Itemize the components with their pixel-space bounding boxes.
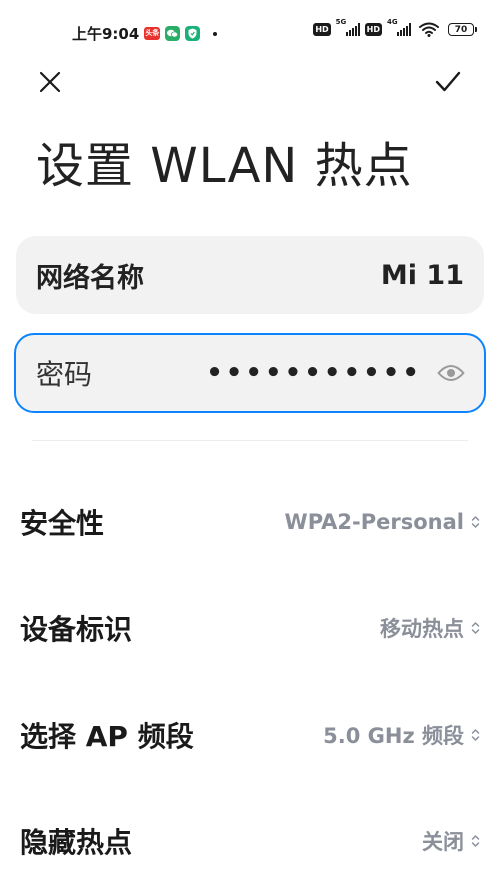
section-divider [32,440,468,441]
device-id-row[interactable]: 设备标识 移动热点 [20,598,480,658]
network-name-value[interactable]: Mi 11 [381,260,464,291]
up-down-arrow-icon [470,620,480,636]
device-id-value: 移动热点 [380,617,464,641]
hide-hotspot-value: 关闭 [422,830,464,854]
security-row[interactable]: 安全性 WPA2-Personal [20,492,480,552]
password-input[interactable]: ••••••••••• [92,358,436,388]
up-down-arrow-icon [470,833,480,849]
eye-icon [437,365,465,381]
password-label: 密码 [36,358,93,391]
hd-badge: HD [313,23,331,36]
password-field[interactable]: 密码 ••••••••••• [14,333,486,413]
confirm-button[interactable] [432,66,464,98]
toutiao-icon: 头条 [144,27,161,40]
device-id-select[interactable]: 移动热点 [380,613,480,643]
page-title: 设置 WLAN 热点 [36,138,413,194]
signal-bars [397,23,411,36]
close-button[interactable] [34,66,66,98]
ap-band-value: 5.0 GHz 频段 [323,724,464,748]
status-left: 上午9:04 头条 [72,23,218,44]
security-value: WPA2-Personal [284,510,464,534]
close-icon [39,71,61,93]
status-right: HD 5G HD 4G 70 [313,18,477,37]
ap-band-select[interactable]: 5.0 GHz 频段 [323,720,480,750]
more-notifications-dot [213,31,218,36]
security-label: 安全性 [20,507,105,540]
hd-badge: HD [364,23,382,36]
hide-hotspot-row[interactable]: 隐藏热点 关闭 [20,811,480,871]
network-name-field[interactable]: 网络名称 Mi 11 [16,236,484,314]
signal-icon: 5G [336,18,360,36]
status-time: 上午9:04 [72,25,140,43]
signal-icon: 4G [387,18,411,36]
wlan-hotspot-settings-page: 上午9:04 头条 HD 5G HD 4G 70 设置 WLAN 热点 网络名称… [0,0,500,888]
up-down-arrow-icon [470,514,480,530]
wechat-icon [165,26,181,41]
network-type-label: 4G [387,18,398,26]
battery-level: 70 [454,24,468,35]
wifi-icon [419,22,439,37]
device-id-label: 设备标识 [20,613,133,646]
hide-hotspot-select[interactable]: 关闭 [422,826,480,856]
up-down-arrow-icon [470,727,480,743]
status-bar: 上午9:04 头条 HD 5G HD 4G 70 [0,0,500,66]
signal-bars [345,23,360,36]
security-select[interactable]: WPA2-Personal [285,510,480,534]
show-password-button[interactable] [436,358,466,388]
hide-hotspot-label: 隐藏热点 [20,826,133,859]
shield-icon [185,26,201,41]
ap-band-row[interactable]: 选择 AP 频段 5.0 GHz 频段 [20,705,480,765]
battery-icon: 70 [448,23,477,36]
network-type-label: 5G [335,18,347,26]
ap-band-label: 选择 AP 频段 [20,720,194,753]
network-name-label: 网络名称 [36,262,144,294]
check-icon [435,71,461,92]
